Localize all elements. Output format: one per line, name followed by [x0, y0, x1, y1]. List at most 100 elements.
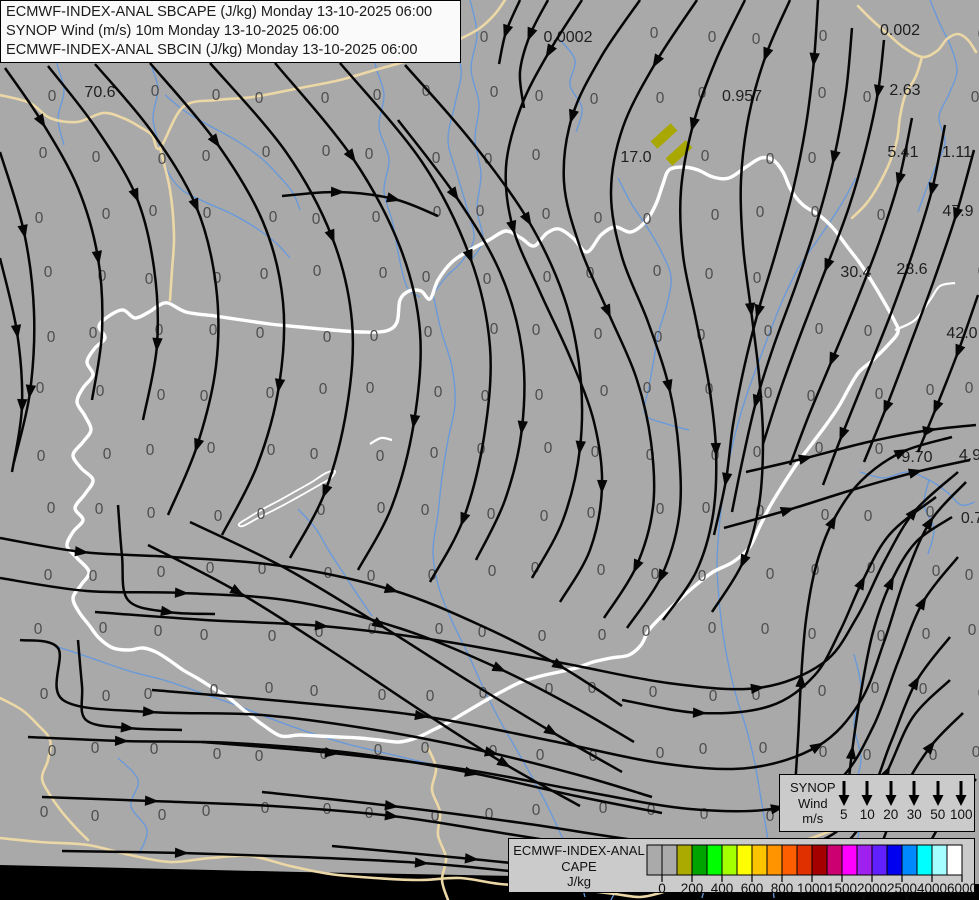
station-zero: 0 [821, 507, 830, 524]
station-zero: 0 [89, 568, 98, 585]
station-zero: 0 [95, 501, 104, 518]
colorbar-cell [781, 844, 798, 876]
station-zero: 0 [147, 505, 156, 522]
colorbar-cell [841, 844, 858, 876]
station-value: 2.63 [889, 82, 920, 99]
station-zero: 0 [476, 203, 485, 220]
station-zero: 0 [145, 271, 154, 288]
station-zero: 0 [365, 146, 374, 163]
station-zero: 0 [202, 803, 211, 820]
station-zero: 0 [47, 329, 56, 346]
colorbar-tick-label: 1000 [797, 881, 827, 894]
station-zero: 0 [919, 681, 928, 698]
station-zero: 0 [756, 204, 765, 221]
station-zero: 0 [256, 325, 265, 342]
station-zero: 0 [267, 442, 276, 459]
station-zero: 0 [643, 380, 652, 397]
map-title-box: ECMWF-INDEX-ANAL SBCAPE (J/kg) Monday 13… [0, 0, 461, 63]
station-zero: 0 [214, 508, 223, 525]
station-zero: 0 [650, 25, 659, 42]
colorbar-cell [886, 844, 903, 876]
station-zero: 0 [590, 91, 599, 108]
wind-legend-arrows: 5 10 20 30 50 100 [832, 779, 973, 822]
station-zero: 0 [312, 211, 321, 228]
station-zero: 0 [149, 203, 158, 220]
station-zero: 0 [213, 746, 222, 763]
station-zero: 0 [435, 621, 444, 638]
wind-legend-line2: Wind [797, 795, 828, 811]
station-zero: 0 [268, 628, 277, 645]
station-zero: 0 [376, 448, 385, 465]
station-zero: 0 [200, 627, 209, 644]
station-zero: 0 [269, 209, 278, 226]
station-zero: 0 [752, 31, 761, 48]
station-zero: 0 [649, 684, 658, 701]
station-zero: 0 [818, 683, 827, 700]
station-zero: 0 [40, 804, 49, 821]
down-arrow-icon [838, 781, 850, 806]
station-zero: 0 [154, 623, 163, 640]
station-zero: 0 [871, 680, 880, 697]
colorbar-cell [766, 844, 783, 876]
station-zero: 0 [91, 740, 100, 757]
station-zero: 0 [699, 741, 708, 758]
station-value: 28.6 [896, 261, 927, 278]
station-zero: 0 [262, 144, 271, 161]
colorbar-cell [646, 844, 663, 876]
station-zero: 0 [322, 143, 331, 160]
station-zero: 0 [150, 741, 159, 758]
station-zero: 0 [377, 500, 386, 517]
station-zero: 0 [808, 626, 817, 643]
cape-legend-label: ECMWF-INDEX-ANAL CAPE J/kg [513, 843, 645, 890]
station-zero: 0 [310, 446, 319, 463]
station-zero: 0 [146, 442, 155, 459]
station-zero: 0 [158, 807, 167, 824]
station-zero: 0 [155, 322, 164, 339]
station-zero: 0 [702, 500, 711, 517]
wind-legend-line3: m/s [802, 811, 824, 826]
title-line-sbcape: ECMWF-INDEX-ANAL SBCAPE (J/kg) Monday 13… [6, 4, 433, 20]
station-zero: 0 [971, 89, 979, 106]
station-value: 0.0002 [544, 29, 593, 46]
station-zero: 0 [587, 505, 596, 522]
station-zero: 0 [598, 627, 607, 644]
wind-speed-item: 50 [926, 779, 950, 822]
station-zero: 0 [319, 381, 328, 398]
colorbar-cell [706, 844, 723, 876]
station-zero: 0 [753, 270, 762, 287]
station-zero: 0 [711, 207, 720, 224]
station-zero: 0 [207, 440, 216, 457]
station-zero: 0 [209, 322, 218, 339]
station-zero: 0 [370, 328, 379, 345]
colorbar-cell [826, 844, 843, 876]
station-zero: 0 [35, 210, 44, 227]
station-zero: 0 [255, 90, 264, 107]
station-zero: 0 [700, 806, 709, 823]
wind-speed-item: 30 [903, 779, 927, 822]
station-zero: 0 [202, 148, 211, 165]
station-zero: 0 [875, 386, 884, 403]
station-zero: 0 [40, 686, 49, 703]
colorbar-cell [946, 844, 963, 876]
colorbar-cell [751, 844, 768, 876]
down-arrow-icon [885, 781, 897, 806]
station-zero: 0 [323, 329, 332, 346]
colorbar-tick-label: 1500 [827, 881, 857, 894]
station-zero: 0 [48, 743, 57, 760]
station-value: 17.0 [620, 149, 651, 166]
station-zero: 0 [310, 683, 319, 700]
station-zero: 0 [708, 29, 717, 46]
station-zero: 0 [544, 440, 553, 457]
wind-legend-label: SYNOP Wind m/s [790, 780, 836, 827]
station-zero: 0 [96, 383, 105, 400]
colorbar-cell [691, 844, 708, 876]
station-zero: 0 [709, 688, 718, 705]
cape-colorbar-legend: ECMWF-INDEX-ANAL CAPE J/kg 0 200 400 600 800… [508, 838, 975, 894]
colorbar-cell [736, 844, 753, 876]
station-zero: 0 [151, 83, 160, 100]
station-zero: 0 [759, 740, 768, 757]
down-arrow-icon [932, 781, 944, 806]
wind-legend-line1: SYNOP [790, 780, 836, 795]
station-zero: 0 [157, 387, 166, 404]
colorbar-tick-label: 200 [681, 881, 704, 894]
